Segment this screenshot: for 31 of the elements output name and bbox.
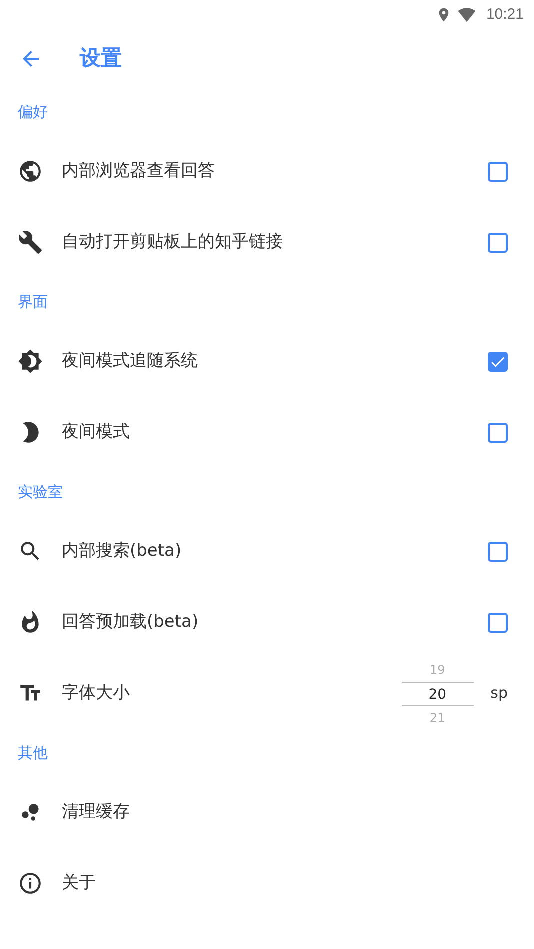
checkbox[interactable]: [488, 352, 508, 372]
globe-icon: [18, 159, 43, 184]
info-icon: [18, 871, 43, 896]
section-header: 偏好: [18, 102, 48, 123]
setting-label: 夜间模式: [62, 420, 131, 444]
status-time: 10:21: [486, 4, 524, 25]
setting-label: 回答预加载(beta): [62, 610, 200, 634]
wifi-icon: [458, 6, 476, 24]
unit-label: sp: [490, 683, 508, 704]
section-header: 实验室: [18, 482, 63, 503]
wrench-icon: [18, 230, 43, 255]
checkbox[interactable]: [488, 612, 508, 632]
checkbox[interactable]: [488, 162, 508, 182]
page-title: 设置: [80, 45, 122, 72]
setting-label: 内部浏览器查看回答: [62, 160, 216, 183]
setting-label: 自动打开剪贴板上的知乎链接: [62, 230, 284, 254]
setting-label: 内部搜索(beta): [62, 540, 183, 563]
setting-label: 夜间模式追随系统: [62, 350, 199, 373]
picker-value: 21: [429, 710, 446, 726]
picker-value: 20: [402, 682, 474, 706]
picker-value: 19: [429, 662, 446, 678]
brightness-icon: [18, 349, 43, 374]
setting-label: 字体大小: [62, 682, 131, 705]
setting-label: 清理缓存: [62, 800, 131, 824]
number-picker[interactable]: 19 20 21: [402, 658, 474, 730]
section-header: 其他: [18, 742, 48, 764]
section-header: 界面: [18, 292, 48, 313]
setting-label: 关于: [62, 872, 97, 895]
checkbox[interactable]: [488, 422, 508, 442]
checkbox[interactable]: [488, 232, 508, 252]
checkbox[interactable]: [488, 542, 508, 562]
